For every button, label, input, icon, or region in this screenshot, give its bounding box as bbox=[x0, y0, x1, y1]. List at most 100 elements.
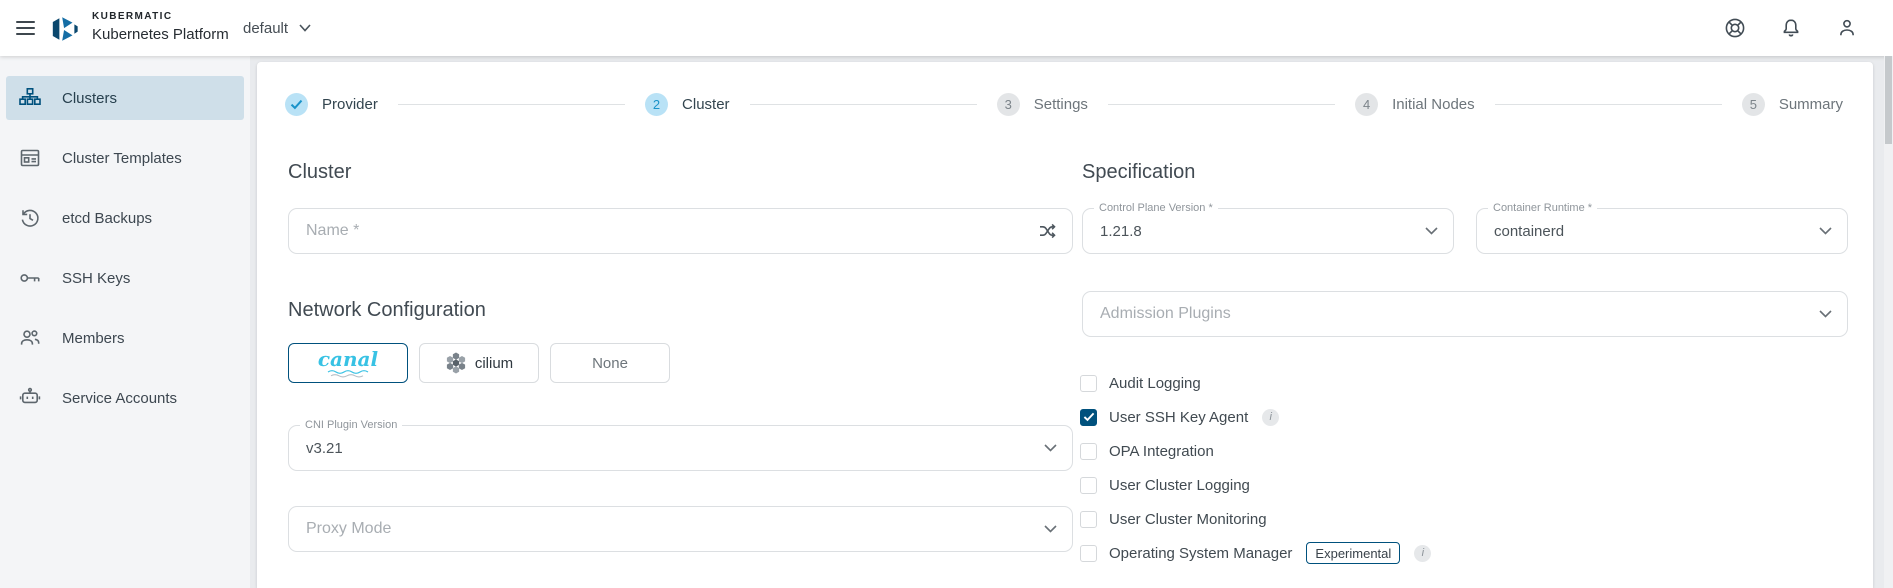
notifications-icon[interactable] bbox=[1778, 15, 1804, 41]
sidebar-item-clusters[interactable]: Clusters bbox=[6, 76, 244, 120]
step-provider[interactable]: Provider bbox=[285, 93, 378, 116]
project-selector[interactable]: default bbox=[243, 0, 311, 56]
sidebar-item-cluster-templates[interactable]: Cluster Templates bbox=[6, 136, 244, 180]
container-runtime-select[interactable]: Container Runtime * containerd bbox=[1476, 208, 1848, 254]
cluster-name-field bbox=[288, 208, 1073, 254]
step-check-icon bbox=[285, 93, 308, 116]
cluster-name-input[interactable] bbox=[289, 209, 1072, 253]
option-opa-integration[interactable]: OPA Integration bbox=[1080, 441, 1431, 461]
brand-line2: Kubernetes Platform bbox=[92, 27, 229, 42]
sidebar-item-ssh-keys[interactable]: SSH Keys bbox=[6, 256, 244, 300]
shuffle-icon[interactable] bbox=[1035, 219, 1059, 243]
cni-options: canal cilium None bbox=[288, 343, 670, 383]
clusters-icon bbox=[18, 86, 42, 110]
info-icon[interactable]: i bbox=[1414, 545, 1431, 562]
none-label: None bbox=[592, 355, 628, 372]
checkbox-checked[interactable] bbox=[1080, 409, 1097, 426]
option-label: Operating System Manager bbox=[1109, 545, 1292, 562]
info-icon[interactable]: i bbox=[1262, 409, 1279, 426]
option-user-ssh-key-agent[interactable]: User SSH Key Agent i bbox=[1080, 407, 1431, 427]
brand-line1: KUBERMATIC bbox=[92, 12, 229, 22]
option-label: OPA Integration bbox=[1109, 443, 1214, 460]
cni-plugin-version-select[interactable]: CNI Plugin Version v3.21 bbox=[288, 425, 1073, 471]
chevron-down-icon bbox=[1425, 227, 1438, 235]
cluster-templates-icon bbox=[18, 146, 42, 170]
cni-option-none[interactable]: None bbox=[550, 343, 670, 383]
step-connector bbox=[1495, 104, 1722, 105]
canal-logo: canal bbox=[318, 349, 378, 378]
admission-plugins-placeholder: Admission Plugins bbox=[1100, 292, 1231, 336]
checkbox-unchecked[interactable] bbox=[1080, 511, 1097, 528]
top-bar: KUBERMATIC Kubernetes Platform default bbox=[0, 0, 1893, 56]
kubermatic-logo bbox=[50, 13, 80, 45]
chevron-down-icon bbox=[1819, 310, 1832, 318]
control-plane-version-value: 1.21.8 bbox=[1100, 209, 1142, 253]
step-settings[interactable]: 3 Settings bbox=[997, 93, 1088, 116]
network-configuration-heading: Network Configuration bbox=[288, 299, 486, 322]
cni-plugin-version-value: v3.21 bbox=[306, 426, 343, 470]
option-label: User SSH Key Agent bbox=[1109, 409, 1248, 426]
option-label: User Cluster Monitoring bbox=[1109, 511, 1267, 528]
step-connector bbox=[398, 104, 625, 105]
sidebar-item-label: Cluster Templates bbox=[62, 150, 182, 167]
cilium-logo-icon bbox=[445, 352, 467, 374]
step-label: Initial Nodes bbox=[1392, 96, 1475, 113]
sidebar-item-etcd-backups[interactable]: etcd Backups bbox=[6, 196, 244, 240]
step-initial-nodes[interactable]: 4 Initial Nodes bbox=[1355, 93, 1475, 116]
project-selector-value: default bbox=[243, 20, 288, 37]
proxy-mode-placeholder: Proxy Mode bbox=[306, 507, 391, 551]
chevron-down-icon bbox=[1044, 444, 1057, 452]
checkbox-unchecked[interactable] bbox=[1080, 443, 1097, 460]
cluster-options: Audit Logging User SSH Key Agent i OPA I… bbox=[1080, 373, 1431, 577]
checkbox-unchecked[interactable] bbox=[1080, 545, 1097, 562]
wizard-stepper: Provider 2 Cluster 3 Settings 4 Initial … bbox=[285, 92, 1843, 116]
members-icon bbox=[18, 326, 42, 350]
option-user-cluster-monitoring[interactable]: User Cluster Monitoring bbox=[1080, 509, 1431, 529]
chevron-down-icon bbox=[299, 24, 311, 32]
cni-option-cilium[interactable]: cilium bbox=[419, 343, 539, 383]
cilium-label: cilium bbox=[475, 355, 513, 372]
step-cluster[interactable]: 2 Cluster bbox=[645, 93, 730, 116]
step-number: 2 bbox=[645, 93, 668, 116]
checkbox-unchecked[interactable] bbox=[1080, 375, 1097, 392]
step-number: 3 bbox=[997, 93, 1020, 116]
page-scrollbar[interactable] bbox=[1884, 56, 1893, 588]
step-number: 5 bbox=[1742, 93, 1765, 116]
admission-plugins-select[interactable]: Admission Plugins bbox=[1082, 291, 1848, 337]
option-operating-system-manager[interactable]: Operating System Manager Experimental i bbox=[1080, 543, 1431, 563]
help-icon[interactable] bbox=[1722, 15, 1748, 41]
wizard-card: Provider 2 Cluster 3 Settings 4 Initial … bbox=[257, 62, 1873, 588]
scrollbar-thumb[interactable] bbox=[1885, 56, 1892, 144]
container-runtime-value: containerd bbox=[1494, 209, 1564, 253]
checkbox-unchecked[interactable] bbox=[1080, 477, 1097, 494]
step-label: Settings bbox=[1034, 96, 1088, 113]
option-user-cluster-logging[interactable]: User Cluster Logging bbox=[1080, 475, 1431, 495]
sidebar-item-label: Service Accounts bbox=[62, 390, 177, 407]
etcd-backups-icon bbox=[18, 206, 42, 230]
proxy-mode-select[interactable]: Proxy Mode bbox=[288, 506, 1073, 552]
option-label: User Cluster Logging bbox=[1109, 477, 1250, 494]
chevron-down-icon bbox=[1819, 227, 1832, 235]
sidebar-item-members[interactable]: Members bbox=[6, 316, 244, 360]
cluster-heading: Cluster bbox=[288, 161, 351, 184]
option-label: Audit Logging bbox=[1109, 375, 1201, 392]
cni-option-canal[interactable]: canal bbox=[288, 343, 408, 383]
user-icon[interactable] bbox=[1834, 15, 1860, 41]
ssh-keys-icon bbox=[18, 266, 42, 290]
step-label: Summary bbox=[1779, 96, 1843, 113]
control-plane-version-select[interactable]: Control Plane Version * 1.21.8 bbox=[1082, 208, 1454, 254]
menu-icon[interactable] bbox=[16, 17, 38, 39]
topbar-icons bbox=[1722, 0, 1860, 56]
step-connector bbox=[1108, 104, 1335, 105]
step-summary[interactable]: 5 Summary bbox=[1742, 93, 1843, 116]
canal-logo-text: canal bbox=[318, 349, 378, 369]
sidebar-item-label: etcd Backups bbox=[62, 210, 152, 227]
sidebar-item-label: Members bbox=[62, 330, 125, 347]
step-label: Cluster bbox=[682, 96, 730, 113]
chevron-down-icon bbox=[1044, 525, 1057, 533]
step-label: Provider bbox=[322, 96, 378, 113]
sidebar-item-service-accounts[interactable]: Service Accounts bbox=[6, 376, 244, 420]
specification-heading: Specification bbox=[1082, 161, 1195, 184]
option-audit-logging[interactable]: Audit Logging bbox=[1080, 373, 1431, 393]
service-accounts-icon bbox=[18, 386, 42, 410]
